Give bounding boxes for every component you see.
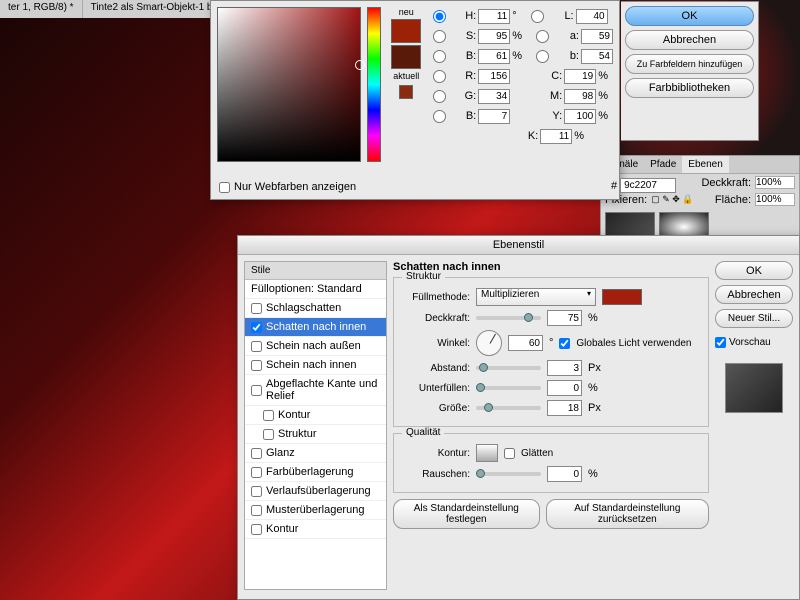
layers-panel: Kanäle Pfade Ebenen alDeckkraft: Fixiere… xyxy=(600,155,800,247)
item-satin[interactable]: Glanz xyxy=(245,444,386,463)
contour-picker[interactable] xyxy=(476,444,498,462)
y-field[interactable] xyxy=(564,109,596,124)
item-color-overlay[interactable]: Farbüberlagerung xyxy=(245,463,386,482)
preview-thumb xyxy=(725,363,783,413)
opacity-field[interactable] xyxy=(755,176,795,189)
fill-field[interactable] xyxy=(755,193,795,206)
opacity-value[interactable] xyxy=(547,310,582,326)
size-slider[interactable] xyxy=(476,406,541,410)
global-light-checkbox[interactable] xyxy=(559,338,570,349)
color-picker-dialog: neu aktuell H:° L: S:% a: B:% b: R: C:% … xyxy=(210,0,620,200)
item-contour[interactable]: Kontur xyxy=(245,406,386,425)
cancel-button[interactable]: Abbrechen xyxy=(625,30,754,50)
web-only-label: Nur Webfarben anzeigen xyxy=(234,181,356,193)
style-list: Stile Fülloptionen: Standard Schlagschat… xyxy=(244,261,387,590)
style-settings: Schatten nach innen Struktur Füllmethode… xyxy=(387,255,715,596)
warning-swatch[interactable] xyxy=(399,85,413,99)
tab-paths[interactable]: Pfade xyxy=(644,156,682,173)
g-field[interactable] xyxy=(478,89,510,104)
bv-field[interactable] xyxy=(478,49,510,64)
current-color-swatch[interactable] xyxy=(391,45,421,69)
item-pattern-overlay[interactable]: Musterüberlagerung xyxy=(245,501,386,520)
noise-value[interactable] xyxy=(547,466,582,482)
dialog-title: Ebenenstil xyxy=(238,236,799,255)
color-field-cursor[interactable] xyxy=(355,60,365,70)
web-only-checkbox[interactable] xyxy=(219,182,230,193)
item-gradient-overlay[interactable]: Verlaufsüberlagerung xyxy=(245,482,386,501)
b-radio[interactable] xyxy=(536,50,549,63)
doc-tab-2[interactable]: Tinte2 als Smart-Objekt-1 bei xyxy=(83,0,230,18)
hue-strip[interactable] xyxy=(367,7,382,162)
antialias-checkbox[interactable] xyxy=(504,448,515,459)
noise-slider[interactable] xyxy=(476,472,541,476)
l-field[interactable] xyxy=(576,9,608,24)
angle-value[interactable] xyxy=(508,335,543,351)
size-value[interactable] xyxy=(547,400,582,416)
blend-mode-select[interactable]: Multiplizieren xyxy=(476,288,596,306)
new-style-button[interactable]: Neuer Stil... xyxy=(715,309,793,328)
bb-field[interactable] xyxy=(478,109,510,124)
g-radio[interactable] xyxy=(433,90,446,103)
ls-ok-button[interactable]: OK xyxy=(715,261,793,280)
r-field[interactable] xyxy=(478,69,510,84)
lock-icons[interactable]: ▢ ✎ ✥ 🔒 xyxy=(651,194,693,205)
color-libs-button[interactable]: Farbbibliotheken xyxy=(625,78,754,98)
s-radio[interactable] xyxy=(433,30,446,43)
angle-dial[interactable] xyxy=(476,330,502,356)
document-tabs: ter 1, RGB/8) * Tinte2 als Smart-Objekt-… xyxy=(0,0,229,18)
item-stroke[interactable]: Kontur xyxy=(245,520,386,539)
new-color-swatch[interactable] xyxy=(391,19,421,43)
doc-tab-1[interactable]: ter 1, RGB/8) * xyxy=(0,0,83,18)
item-drop-shadow[interactable]: Schlagschatten xyxy=(245,299,386,318)
b-field[interactable] xyxy=(581,49,613,64)
distance-value[interactable] xyxy=(547,360,582,376)
item-inner-glow[interactable]: Schein nach innen xyxy=(245,356,386,375)
a-radio[interactable] xyxy=(536,30,549,43)
bb-radio[interactable] xyxy=(433,110,446,123)
m-field[interactable] xyxy=(564,89,596,104)
shadow-color-chip[interactable] xyxy=(602,289,642,305)
make-default-button[interactable]: Als Standardeinstellung festlegen xyxy=(393,499,540,529)
spread-value[interactable] xyxy=(547,380,582,396)
s-field[interactable] xyxy=(478,29,510,44)
current-label: aktuell xyxy=(393,71,419,81)
spread-slider[interactable] xyxy=(476,386,541,390)
k-field[interactable] xyxy=(540,129,572,144)
layer-style-dialog: Ebenenstil Stile Fülloptionen: Standard … xyxy=(237,235,800,600)
preview-checkbox[interactable] xyxy=(715,337,726,348)
ok-button[interactable]: OK xyxy=(625,6,754,26)
bv-radio[interactable] xyxy=(433,50,446,63)
add-swatch-button[interactable]: Zu Farbfeldern hinzufügen xyxy=(625,54,754,74)
item-outer-glow[interactable]: Schein nach außen xyxy=(245,337,386,356)
hex-field[interactable] xyxy=(620,178,676,193)
color-field[interactable] xyxy=(217,7,361,162)
new-label: neu xyxy=(399,7,414,17)
l-radio[interactable] xyxy=(531,10,544,23)
ls-cancel-button[interactable]: Abbrechen xyxy=(715,285,793,304)
a-field[interactable] xyxy=(581,29,613,44)
h-radio[interactable] xyxy=(433,10,446,23)
tab-layers[interactable]: Ebenen xyxy=(682,156,728,173)
item-texture[interactable]: Struktur xyxy=(245,425,386,444)
opacity-slider[interactable] xyxy=(476,316,541,320)
item-bevel[interactable]: Abgeflachte Kante und Relief xyxy=(245,375,386,406)
item-inner-shadow[interactable]: Schatten nach innen xyxy=(245,318,386,337)
h-field[interactable] xyxy=(478,9,510,24)
c-field[interactable] xyxy=(564,69,596,84)
reset-default-button[interactable]: Auf Standardeinstellung zurücksetzen xyxy=(546,499,709,529)
distance-slider[interactable] xyxy=(476,366,541,370)
r-radio[interactable] xyxy=(433,70,446,83)
item-fill-options[interactable]: Fülloptionen: Standard xyxy=(245,280,386,299)
